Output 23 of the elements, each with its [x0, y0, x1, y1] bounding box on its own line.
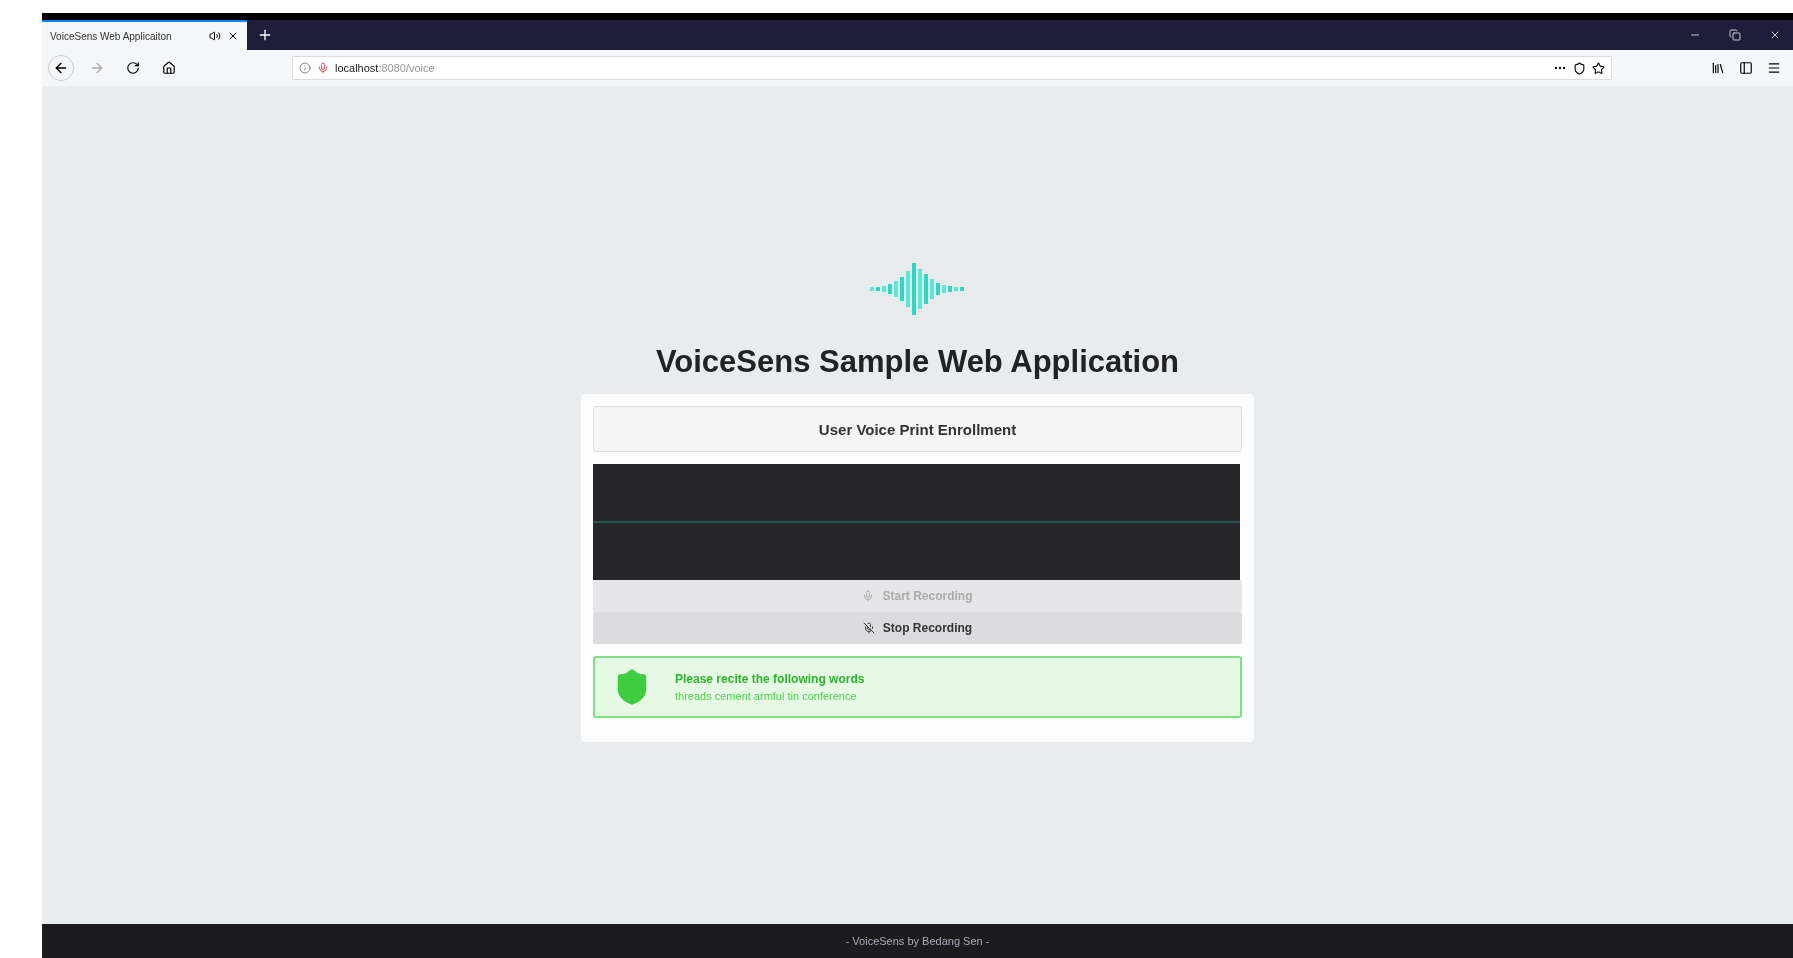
page-title: VoiceSens Sample Web Application — [655, 344, 1180, 380]
reload-icon[interactable] — [126, 61, 140, 75]
star-icon[interactable] — [1592, 61, 1605, 75]
muted-microphone-icon — [862, 622, 875, 634]
sidebar-icon[interactable] — [1739, 61, 1753, 75]
close-icon[interactable] — [227, 30, 239, 42]
speaker-icon[interactable] — [209, 30, 221, 42]
alert-title: Please recite the following words — [675, 672, 865, 686]
library-icon[interactable] — [1711, 61, 1725, 75]
restore-icon[interactable] — [1729, 29, 1741, 41]
recording-button[interactable]: Stop Recording — [593, 612, 1242, 644]
microphone-icon[interactable] — [317, 62, 329, 74]
microphone-icon — [862, 590, 875, 602]
panel-title: User Voice Print Enrollment — [593, 406, 1242, 452]
browser-tab[interactable]: VoiceSens Web Applicaiton — [42, 20, 247, 50]
address-bar[interactable]: localhost:8080/voice — [292, 56, 1612, 80]
menu-icon[interactable] — [1767, 61, 1781, 75]
alert-words: threads cement armful tin conference — [675, 690, 858, 702]
close-icon[interactable] — [1769, 29, 1781, 41]
back-icon[interactable] — [53, 60, 69, 76]
footer-text: - VoiceSens by Bedang Sen - — [845, 935, 990, 947]
plus-icon[interactable] — [257, 27, 273, 43]
home-icon[interactable] — [162, 61, 176, 75]
